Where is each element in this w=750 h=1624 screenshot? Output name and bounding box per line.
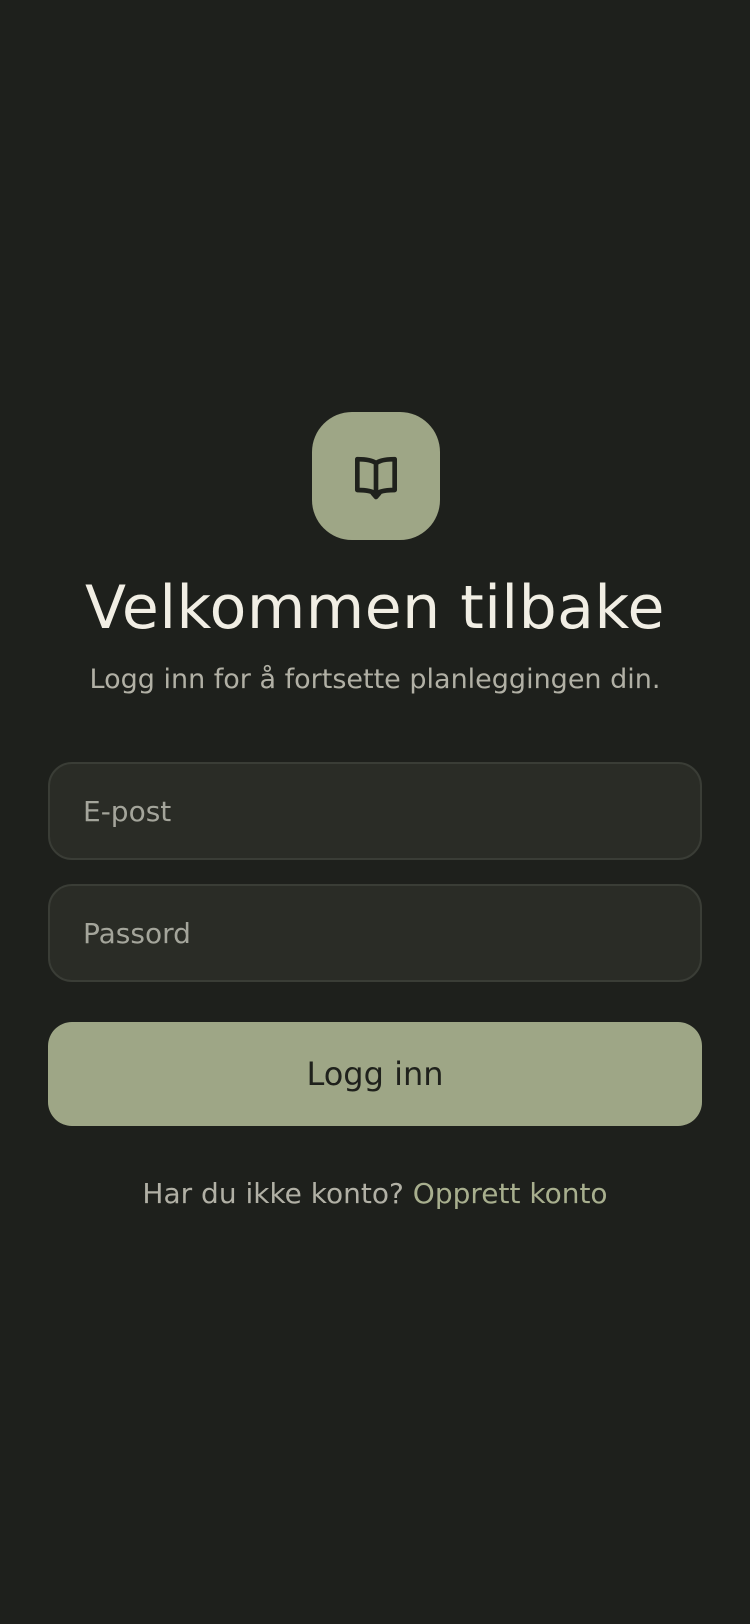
signup-prompt-text: Har du ikke konto? (142, 1177, 413, 1210)
signup-prompt-row: Har du ikke konto? Opprett konto (0, 1174, 750, 1214)
create-account-link[interactable]: Opprett konto (413, 1177, 608, 1210)
password-input[interactable] (50, 886, 700, 980)
login-button[interactable]: Logg inn (48, 1022, 702, 1126)
email-input[interactable] (50, 764, 700, 858)
page-subtitle: Logg inn for å fortsette planleggingen d… (89, 664, 661, 695)
email-field-container (48, 762, 702, 860)
page-title: Velkommen tilbake (85, 573, 665, 643)
open-book-icon (355, 456, 397, 500)
app-logo (312, 412, 440, 540)
login-screen: Velkommen tilbake Logg inn for å fortset… (0, 0, 750, 1624)
password-field-container (48, 884, 702, 982)
